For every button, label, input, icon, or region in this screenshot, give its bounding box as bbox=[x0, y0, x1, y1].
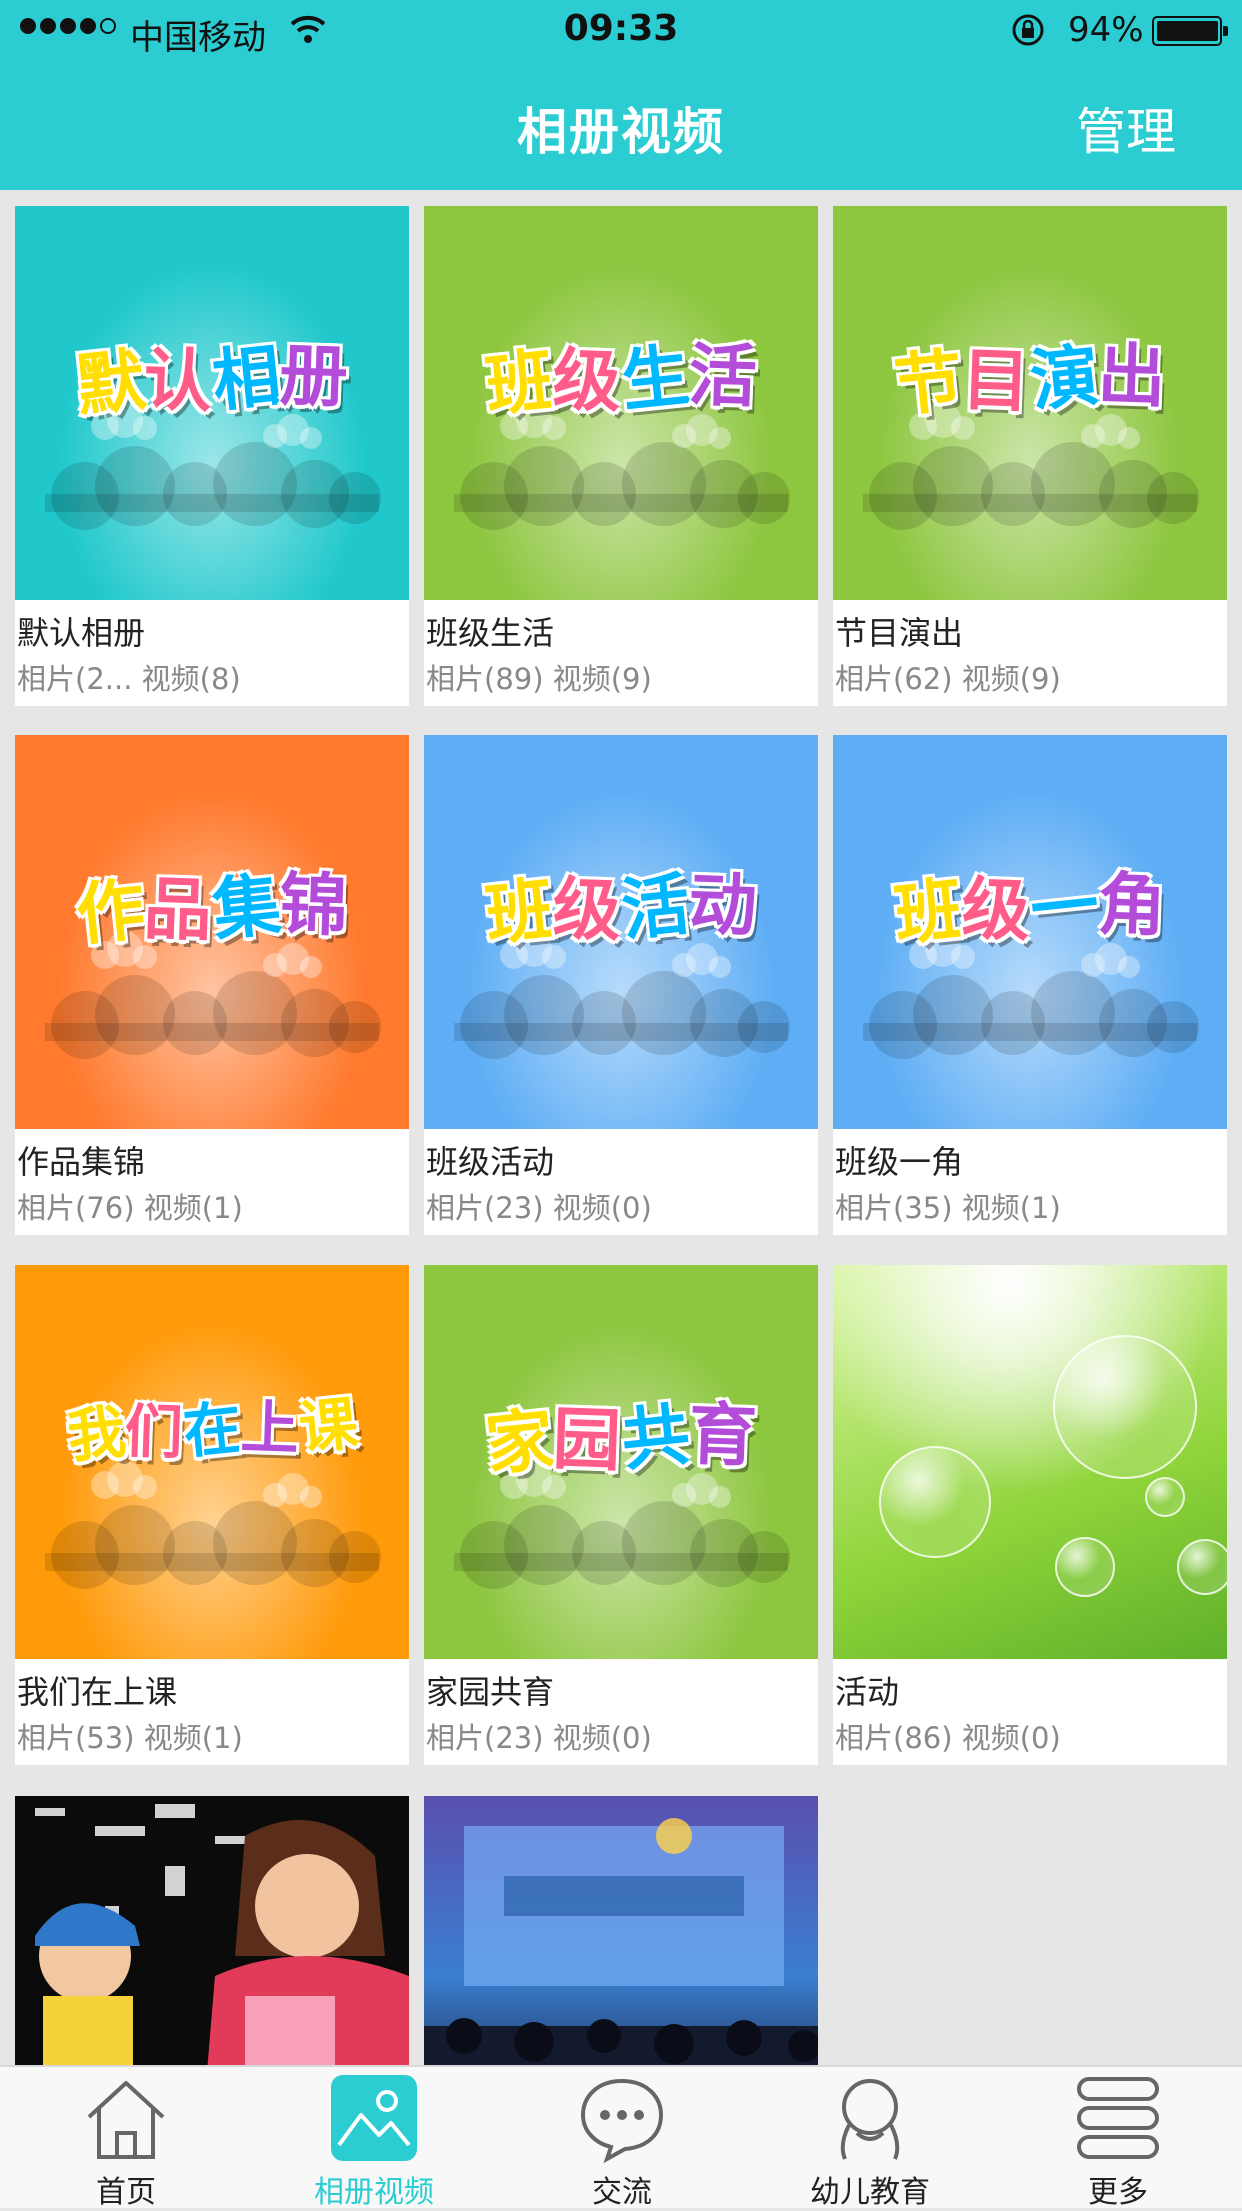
tab-child-education[interactable]: 幼儿教育 bbox=[746, 2067, 994, 2210]
status-time: 09:33 bbox=[563, 8, 679, 49]
album-card-photo-children[interactable] bbox=[15, 1796, 409, 2065]
album-counts: 相片(76) 视频(1) bbox=[17, 1191, 243, 1225]
album-name: 活动 bbox=[835, 1673, 900, 1711]
chat-icon bbox=[580, 2078, 664, 2163]
album-card-photo-stage[interactable] bbox=[424, 1796, 818, 2065]
album-card[interactable]: 节目演出 节目演出 相片(62) 视频(9) bbox=[833, 206, 1227, 706]
album-name: 家园共育 bbox=[426, 1673, 555, 1711]
album-card[interactable]: 班级活动 班级活动 相片(23) 视频(0) bbox=[424, 735, 818, 1235]
album-cover: 班级活动 bbox=[424, 735, 818, 1129]
more-icon bbox=[1077, 2077, 1159, 2159]
bubble-decoration bbox=[1055, 1537, 1115, 1597]
album-counts: 相片(89) 视频(9) bbox=[426, 662, 652, 696]
album-card[interactable]: 活动相片(86) 视频(0) bbox=[833, 1265, 1227, 1765]
album-counts: 相片(62) 视频(9) bbox=[835, 662, 1061, 696]
album-cover: 作品集锦 bbox=[15, 735, 409, 1129]
album-icon bbox=[331, 2075, 417, 2161]
home-icon bbox=[87, 2081, 165, 2159]
album-cover: 家园共育 bbox=[424, 1265, 818, 1659]
rotation-lock-icon bbox=[1012, 14, 1044, 46]
battery-percent: 94% bbox=[1068, 10, 1144, 50]
album-counts: 相片(53) 视频(1) bbox=[17, 1721, 243, 1755]
status-bar: 中国移动 09:33 94% bbox=[0, 0, 1242, 60]
tab-label: 首页 bbox=[96, 2175, 156, 2210]
tab-chat[interactable]: 交流 bbox=[498, 2067, 746, 2210]
tab-label: 交流 bbox=[592, 2175, 652, 2210]
album-cover-title: 家园共育 bbox=[481, 1395, 759, 1486]
album-cover: 节目演出 bbox=[833, 206, 1227, 600]
album-counts: 相片(86) 视频(0) bbox=[835, 1721, 1061, 1755]
page-title: 相册视频 bbox=[517, 103, 725, 161]
album-cover-title: 班级生活 bbox=[481, 336, 759, 427]
album-counts: 相片(2... 视频(8) bbox=[17, 662, 241, 696]
manage-button[interactable]: 管理 bbox=[1076, 92, 1176, 164]
album-card[interactable]: 默认相册 默认相册 相片(2... 视频(8) bbox=[15, 206, 409, 706]
album-cover-title: 作品集锦 bbox=[72, 865, 350, 956]
bubble-decoration bbox=[879, 1446, 991, 1558]
album-cover: 班级一角 bbox=[833, 735, 1227, 1129]
album-name: 班级活动 bbox=[426, 1143, 555, 1181]
album-grid: 活动 相片(86) 视频(0) 家园共育 家园共育 相片(23) 视频(0) 我们在上课我… bbox=[0, 190, 1242, 2065]
bubble-decoration bbox=[1145, 1477, 1185, 1517]
tab-label: 更多 bbox=[1088, 2175, 1148, 2210]
album-cover-photo bbox=[15, 1796, 409, 2065]
album-name: 班级生活 bbox=[426, 614, 555, 652]
album-card[interactable]: 家园共育 家园共育 相片(23) 视频(0) bbox=[424, 1265, 818, 1765]
album-cover-title: 班级一角 bbox=[890, 865, 1168, 956]
tab-label: 相册视频 bbox=[314, 2175, 434, 2210]
album-name: 我们在上课 bbox=[17, 1673, 178, 1711]
album-counts: 相片(23) 视频(0) bbox=[426, 1721, 652, 1755]
album-name: 默认相册 bbox=[17, 614, 146, 652]
album-name: 节目演出 bbox=[835, 614, 964, 652]
album-cover: 我们在上课 bbox=[15, 1265, 409, 1659]
album-cover-title: 节目演出 bbox=[890, 336, 1168, 427]
album-cover: 班级生活 bbox=[424, 206, 818, 600]
album-card[interactable]: 班级一角 班级一角 相片(35) 视频(1) bbox=[833, 735, 1227, 1235]
bubble-decoration bbox=[1053, 1335, 1197, 1479]
header-bar: 中国移动 09:33 94% 相册视频 管理 bbox=[0, 0, 1242, 190]
album-cover-photo bbox=[424, 1796, 818, 2065]
bottom-tab-bar: 首页 相册视频 交流 幼儿教育 更多 bbox=[0, 2065, 1242, 2210]
album-card[interactable]: 班级生活 班级生活 相片(89) 视频(9) bbox=[424, 206, 818, 706]
album-name: 作品集锦 bbox=[17, 1143, 146, 1181]
album-counts: 相片(23) 视频(0) bbox=[426, 1191, 652, 1225]
album-cover-title: 默认相册 bbox=[72, 336, 350, 427]
tab-more[interactable]: 更多 bbox=[994, 2067, 1242, 2210]
bubble-decoration bbox=[1177, 1539, 1227, 1595]
album-cover: 默认相册 bbox=[15, 206, 409, 600]
album-cover-title: 班级活动 bbox=[481, 865, 759, 956]
tab-album-video[interactable]: 相册视频 bbox=[250, 2067, 498, 2210]
tab-home[interactable]: 首页 bbox=[2, 2067, 250, 2210]
album-card[interactable]: 作品集锦 作品集锦 相片(76) 视频(1) bbox=[15, 735, 409, 1235]
album-cover-title: 我们在上课 bbox=[64, 1389, 361, 1471]
album-cover bbox=[833, 1265, 1227, 1659]
album-counts: 相片(35) 视频(1) bbox=[835, 1191, 1061, 1225]
child-icon bbox=[840, 2079, 900, 2160]
tab-label: 幼儿教育 bbox=[810, 2175, 930, 2210]
album-card[interactable]: 我们在上课 我们在上课 相片(53) 视频(1) bbox=[15, 1265, 409, 1765]
album-name: 班级一角 bbox=[835, 1143, 964, 1181]
battery-icon bbox=[1152, 16, 1228, 46]
